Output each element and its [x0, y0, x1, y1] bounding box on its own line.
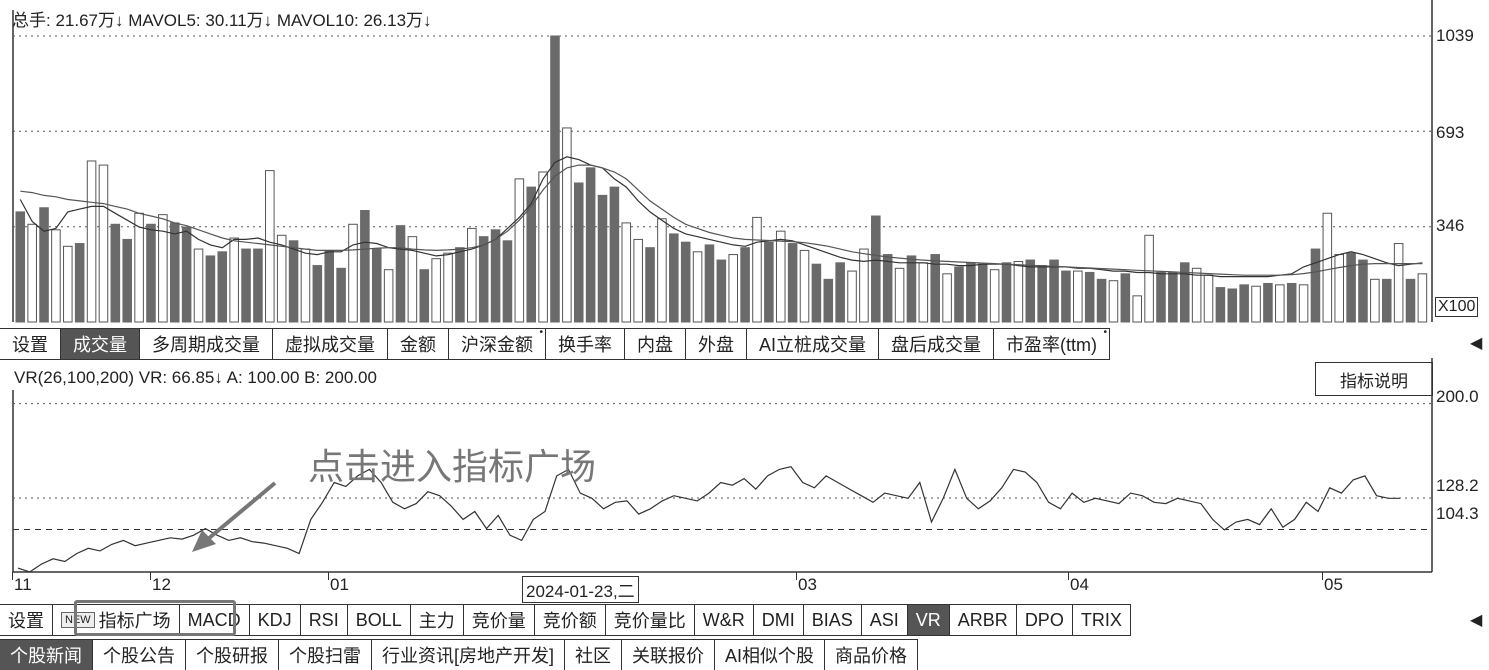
tab-label: 主力: [418, 611, 455, 631]
tab-label: TRIX: [1080, 609, 1122, 630]
info-tab-4[interactable]: 行业资讯[房地产开发]: [372, 640, 566, 670]
info-tab-0[interactable]: 个股新闻: [0, 640, 93, 670]
tab-label: 设置: [8, 611, 44, 631]
info-tabs: 个股新闻 个股公告 个股研报 个股扫雷 行业资讯[房地产开发] 社区 关联报价 AI相似个股商…: [0, 639, 919, 670]
indicator-square-highlight: [74, 600, 236, 636]
tab-label: DMI: [761, 609, 795, 630]
info-tab-5[interactable]: 社区: [565, 640, 623, 670]
vr-chart: [12, 358, 1433, 573]
tab-label: KDJ: [257, 609, 292, 630]
info-tab-6[interactable]: 关联报价: [622, 640, 716, 670]
cursor-date-label: 2024-01-23,二: [522, 576, 639, 603]
x-axis-tick: [12, 572, 13, 580]
tab-label: VR: [915, 609, 941, 630]
annotation-arrow: [192, 481, 277, 552]
x-axis-label: 05: [1324, 575, 1343, 594]
info-tab-2[interactable]: 个股研报: [186, 640, 279, 670]
indicator-tab-7[interactable]: 竞价量: [464, 605, 535, 635]
indicator-tab-0[interactable]: 设置: [0, 605, 53, 635]
tab-label: W&R: [702, 609, 745, 630]
tab-label: 商品价格: [835, 646, 908, 666]
tab-label: AI相似个股: [725, 646, 815, 666]
x-axis-label: 03: [798, 575, 817, 594]
tab-label: BOLL: [355, 609, 402, 630]
indicator-tab-13[interactable]: ASI: [862, 605, 908, 635]
info-tab-7[interactable]: AI相似个股: [715, 640, 826, 670]
indicator-tab-4[interactable]: RSI: [301, 605, 348, 635]
x-axis-tick: [328, 572, 329, 580]
tab-label: ARBR: [957, 609, 1008, 630]
x-axis-label: 12: [152, 575, 171, 594]
tab-label: 社区: [575, 646, 612, 666]
indicator-tab-12[interactable]: BIAS: [804, 605, 862, 635]
info-tab-1[interactable]: 个股公告: [93, 640, 186, 670]
indicator-tab-11[interactable]: DMI: [754, 605, 804, 635]
tab-label: ASI: [869, 609, 899, 630]
tab-label: 行业资讯[房地产开发]: [382, 646, 555, 666]
tab-label: 个股公告: [103, 646, 175, 666]
indicator-tab-10[interactable]: W&R: [695, 605, 754, 635]
tab-label: 竞价量: [471, 611, 526, 631]
indicator-tab-16[interactable]: DPO: [1017, 605, 1073, 635]
indicator-tab-17[interactable]: TRIX: [1073, 605, 1131, 635]
x-axis: 11 12 01 03 04 05: [0, 572, 1489, 602]
indicator-tabs-scroll-left[interactable]: ◀: [1470, 610, 1482, 630]
x-axis-label: 11: [14, 575, 32, 594]
tab-label: 个股新闻: [10, 646, 82, 666]
x-axis-label: 04: [1070, 575, 1089, 594]
x-axis-tick: [1068, 572, 1069, 580]
indicator-tab-15[interactable]: ARBR: [950, 605, 1017, 635]
tab-label: 关联报价: [632, 646, 705, 666]
x-axis-tick: [150, 572, 151, 580]
indicator-tab-8[interactable]: 竞价额: [535, 605, 606, 635]
tab-label: 竞价量比: [613, 611, 686, 631]
tab-label: 个股扫雷: [289, 646, 361, 666]
vr-ytick-200: 200.0: [1436, 387, 1479, 406]
x-axis-tick: [1322, 572, 1323, 580]
vr-ytick-128: 128.2: [1436, 476, 1479, 495]
indicator-tab-9[interactable]: 竞价量比: [606, 605, 695, 635]
indicator-tab-14[interactable]: VR: [907, 605, 950, 635]
tab-label: RSI: [308, 609, 339, 630]
info-tab-8[interactable]: 商品价格: [825, 640, 919, 670]
indicator-tab-3[interactable]: KDJ: [250, 605, 301, 635]
indicator-tab-6[interactable]: 主力: [411, 605, 464, 635]
vr-ytick-104: 104.3: [1436, 504, 1479, 523]
tab-label: 个股研报: [196, 646, 268, 666]
tab-label: 竞价额: [542, 611, 597, 631]
x-axis-label: 01: [330, 575, 349, 594]
info-tab-3[interactable]: 个股扫雷: [279, 640, 372, 670]
tab-label: BIAS: [811, 609, 853, 630]
x-axis-tick: [796, 572, 797, 580]
indicator-tab-5[interactable]: BOLL: [348, 605, 411, 635]
tab-label: DPO: [1024, 609, 1064, 630]
annotation-text: 点击进入指标广场: [308, 446, 597, 487]
